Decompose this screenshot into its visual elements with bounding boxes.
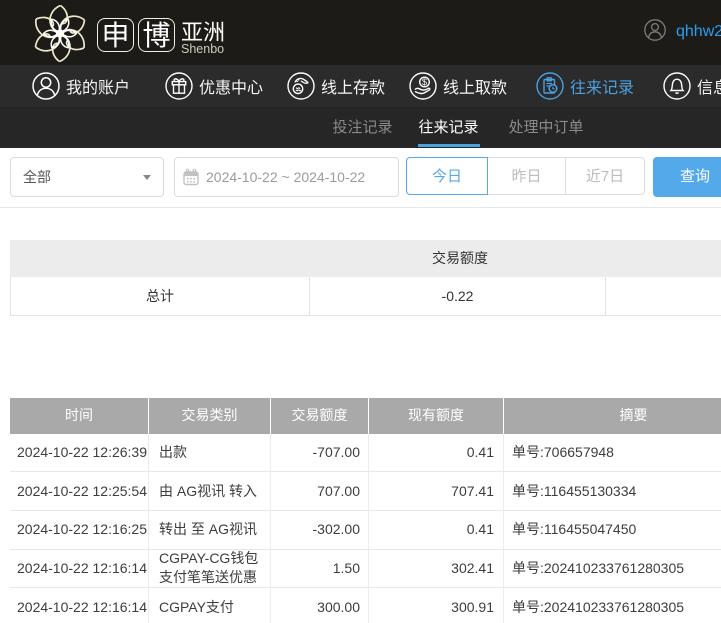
- svg-text:$: $: [422, 77, 427, 87]
